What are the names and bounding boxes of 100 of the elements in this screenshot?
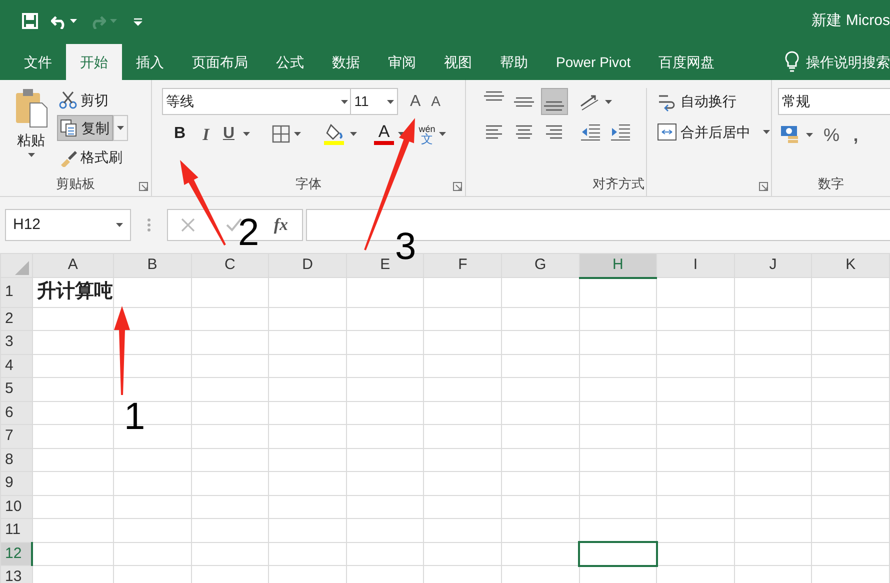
- comma-button[interactable]: ,: [851, 122, 860, 148]
- italic-button[interactable]: I: [200, 122, 212, 147]
- increase-indent-icon: [608, 122, 630, 142]
- copy-button[interactable]: 复制: [56, 115, 112, 142]
- column-header[interactable]: I: [656, 254, 734, 278]
- row-header[interactable]: 3: [0, 330, 32, 354]
- column-header[interactable]: A: [32, 254, 114, 278]
- row-header[interactable]: 4: [0, 354, 32, 378]
- caret-icon[interactable]: [350, 132, 357, 136]
- paint-bucket-icon: [324, 123, 346, 146]
- ribbon-tab[interactable]: 开始: [66, 44, 122, 80]
- increase-font-size-button[interactable]: A: [408, 90, 423, 114]
- underline-button[interactable]: U: [220, 122, 236, 146]
- ribbon-tab[interactable]: 审阅: [374, 44, 430, 80]
- row-header[interactable]: 13: [0, 566, 32, 583]
- column-header[interactable]: H: [579, 254, 657, 278]
- launcher-icon[interactable]: [453, 182, 462, 191]
- middle-align-icon: [512, 96, 535, 106]
- ribbon-tab[interactable]: 公式: [262, 44, 318, 80]
- search-field[interactable]: 操作说明搜索: [800, 44, 890, 80]
- caret-icon[interactable]: [294, 132, 300, 136]
- decrease-indent-icon: [579, 122, 602, 142]
- insert-function-button[interactable]: fx: [272, 212, 290, 238]
- caret-icon[interactable]: [806, 133, 813, 137]
- row-header[interactable]: 10: [0, 495, 32, 518]
- column-header[interactable]: F: [424, 254, 502, 278]
- caret-icon[interactable]: [762, 130, 770, 134]
- drag-handle-icon: [147, 218, 151, 232]
- font-name-field[interactable]: 等线: [162, 88, 352, 115]
- paintbrush-icon: [58, 148, 76, 166]
- column-header[interactable]: B: [113, 254, 192, 278]
- ribbon-tab[interactable]: 数据: [318, 44, 374, 80]
- phonetic-button[interactable]: wén 文: [416, 124, 448, 144]
- clipboard-icon: [14, 88, 48, 128]
- save-icon[interactable]: [22, 13, 38, 29]
- decrease-font-size-button[interactable]: A: [429, 91, 443, 112]
- ribbon-tab[interactable]: 帮助: [486, 44, 542, 80]
- wrap-text-button[interactable]: 自动换行: [654, 88, 772, 115]
- undo-icon[interactable]: [51, 13, 67, 29]
- dropdown-button[interactable]: [112, 115, 128, 142]
- caret-icon[interactable]: [605, 100, 612, 104]
- fill-color-button[interactable]: [322, 123, 359, 146]
- row-header[interactable]: 8: [0, 448, 32, 472]
- font-color-button[interactable]: A: [372, 123, 407, 146]
- caret-icon[interactable]: [70, 19, 78, 23]
- percent-button[interactable]: %: [822, 122, 842, 148]
- lightbulb-icon: [784, 51, 800, 73]
- row-header[interactable]: 2: [0, 307, 32, 330]
- row-header[interactable]: 9: [0, 472, 32, 495]
- bottom-align-icon: [543, 101, 565, 111]
- caret-icon[interactable]: [243, 132, 250, 136]
- cell-text: 升计算吨: [36, 281, 113, 302]
- font-color-text: A: [378, 123, 390, 142]
- window-title: 新建 Micros: [812, 10, 890, 31]
- ribbon-tab[interactable]: 页面布局: [178, 44, 262, 80]
- caret-icon[interactable]: [387, 100, 394, 104]
- row-header[interactable]: 11: [0, 518, 32, 542]
- launcher-icon[interactable]: [139, 182, 148, 191]
- merge-center-button[interactable]: 合并后居中: [654, 122, 772, 142]
- number-format-field[interactable]: 常规: [778, 88, 890, 115]
- caret-icon[interactable]: [439, 132, 446, 136]
- column-header[interactable]: D: [268, 254, 346, 278]
- font-size-field[interactable]: 11: [350, 88, 398, 115]
- color-bar-icon: [374, 141, 394, 146]
- selected-cell[interactable]: [579, 542, 657, 566]
- ribbon-tab[interactable]: 百度网盘: [644, 44, 729, 80]
- bold-button[interactable]: B: [172, 122, 188, 146]
- row-header[interactable]: 6: [0, 401, 32, 424]
- bottom-align-button[interactable]: [540, 88, 568, 115]
- annotation-number: 2: [238, 214, 260, 252]
- copy-icon: [60, 119, 78, 138]
- column-header[interactable]: J: [734, 254, 812, 278]
- top-align-icon: [482, 91, 504, 101]
- caret-icon[interactable]: [116, 223, 123, 227]
- cut-button[interactable]: 剪切: [56, 88, 128, 112]
- column-header[interactable]: G: [502, 254, 580, 278]
- annotation-number: 1: [124, 398, 146, 436]
- ribbon-tab[interactable]: 插入: [122, 44, 178, 80]
- ribbon-tab[interactable]: 文件: [10, 44, 66, 80]
- borders-button[interactable]: [270, 125, 302, 144]
- row-header[interactable]: 5: [0, 378, 32, 401]
- caret-icon[interactable]: [341, 100, 348, 104]
- row-header[interactable]: 1: [0, 278, 32, 307]
- paste-button[interactable]: 粘贴: [12, 88, 50, 157]
- row-header[interactable]: 7: [0, 424, 32, 448]
- font-name-text: 等线: [166, 92, 194, 111]
- accounting-format-button[interactable]: [778, 124, 815, 146]
- ribbon-tab[interactable]: 视图: [430, 44, 486, 80]
- name-box[interactable]: H12: [5, 209, 131, 241]
- caret-icon[interactable]: [28, 153, 34, 157]
- ribbon-tab[interactable]: Power Pivot: [542, 44, 645, 80]
- launcher-icon[interactable]: [759, 182, 768, 191]
- number-format-text: 常规: [782, 92, 810, 111]
- column-header[interactable]: C: [191, 254, 269, 278]
- caret-icon[interactable]: [116, 126, 124, 130]
- row-header[interactable]: 12: [0, 542, 32, 566]
- group-label: 数字: [817, 174, 845, 192]
- column-header[interactable]: K: [812, 254, 890, 278]
- format-painter-button[interactable]: 格式刷: [56, 144, 128, 170]
- name-box-text: H12: [13, 214, 41, 235]
